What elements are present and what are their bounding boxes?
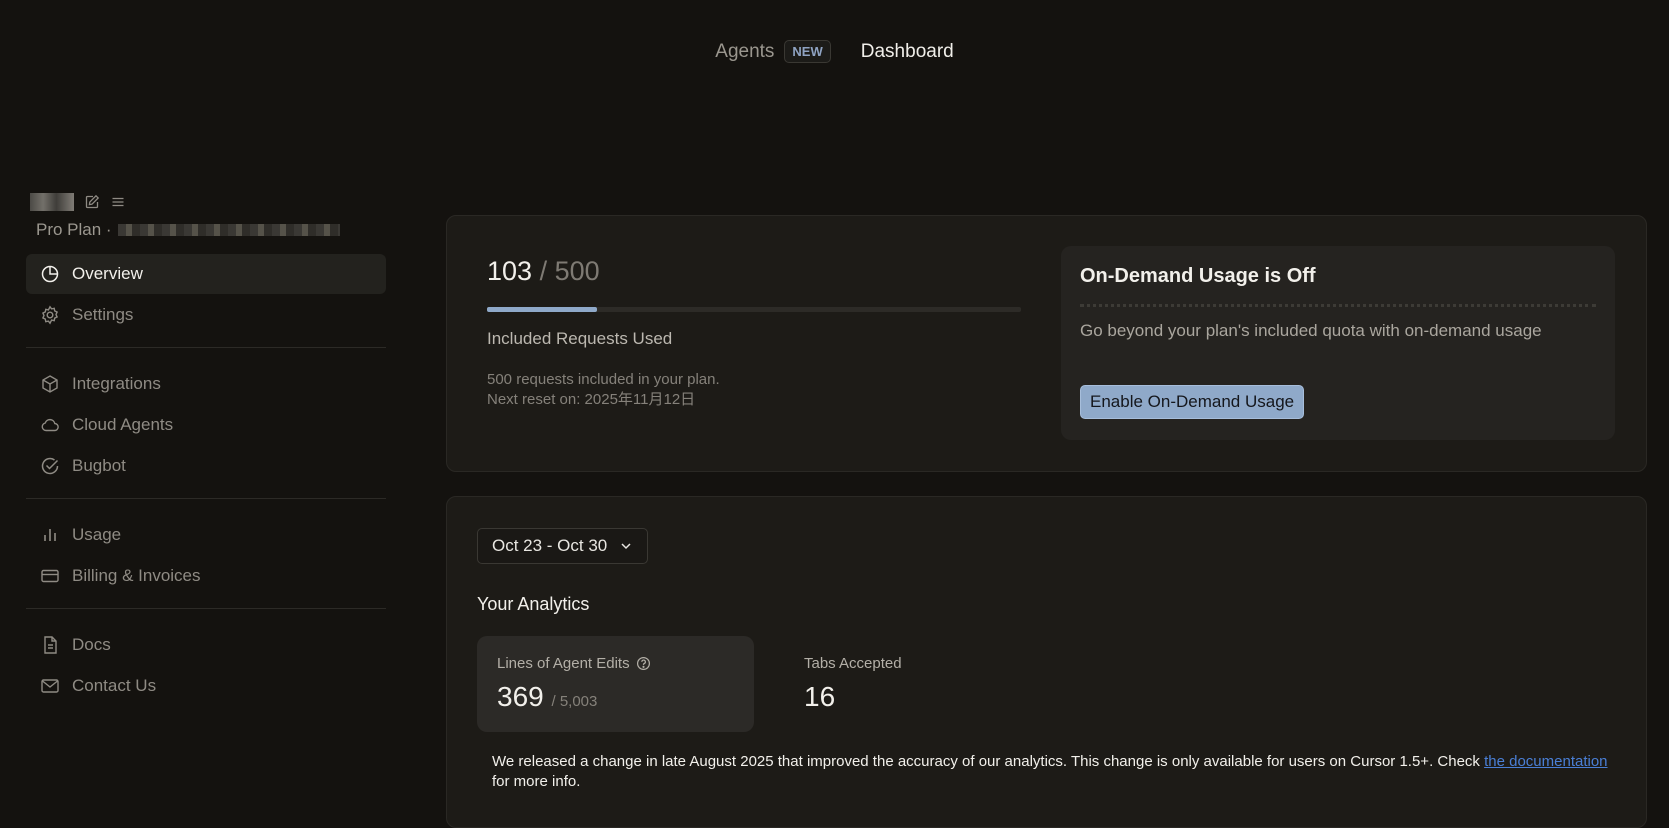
- usage-label: Included Requests Used: [487, 329, 673, 348]
- agent-edits-value: 369: [497, 681, 544, 712]
- new-badge: NEW: [784, 40, 831, 63]
- agent-edits-label: Lines of Agent Edits: [497, 655, 630, 672]
- usage-progress-fill: [487, 307, 597, 312]
- analytics-card: Oct 23 - Oct 30 Your Analytics Lines of …: [446, 496, 1647, 828]
- usage-note: 500 requests included in your plan. Next…: [487, 370, 720, 410]
- cube-icon: [42, 375, 58, 393]
- sidebar-item-contact[interactable]: Contact Us: [26, 666, 386, 706]
- dotted-divider: [1080, 304, 1596, 307]
- sidebar-item-cloud-agents[interactable]: Cloud Agents: [26, 405, 386, 445]
- tabs-accepted-value: 16: [804, 681, 836, 712]
- sidebar-item-bugbot[interactable]: Bugbot: [26, 446, 386, 486]
- gear-icon: [41, 305, 59, 325]
- usage-note-line1: 500 requests included in your plan.: [487, 371, 720, 388]
- sidebar-item-label: Contact Us: [72, 676, 157, 695]
- on-demand-description: Go beyond your plan's included quota wit…: [1080, 321, 1542, 340]
- check-circle-icon: [41, 457, 59, 475]
- user-row: [30, 190, 386, 214]
- sidebar-item-label: Settings: [72, 305, 134, 324]
- top-nav: Agents NEW Dashboard: [0, 40, 1669, 63]
- on-demand-title: On-Demand Usage is Off: [1080, 265, 1316, 287]
- help-circle-icon[interactable]: [636, 656, 651, 671]
- nav-dashboard-link[interactable]: Dashboard: [861, 41, 954, 63]
- pie-chart-icon: [41, 265, 59, 283]
- requests-total: / 500: [532, 256, 600, 286]
- divider: [26, 608, 386, 609]
- usage-note-reset: Next reset on: 2025年11月12日: [487, 391, 696, 408]
- usage-card: 103 / 500 Included Requests Used 500 req…: [446, 215, 1647, 472]
- sidebar-item-label: Billing & Invoices: [72, 566, 201, 585]
- enable-on-demand-button[interactable]: Enable On-Demand Usage: [1080, 385, 1305, 419]
- analytics-info-note: We released a change in late August 2025…: [492, 752, 1612, 792]
- agent-edits-stat: Lines of Agent Edits 369 / 5,003: [477, 636, 754, 732]
- sidebar-item-label: Usage: [72, 525, 122, 544]
- analytics-title: Your Analytics: [477, 594, 590, 614]
- tabs-accepted-label: Tabs Accepted: [804, 655, 902, 672]
- sidebar-nav: Overview Settings Integrations Cloud Age…: [26, 254, 386, 706]
- chevron-down-icon: [621, 543, 631, 550]
- document-icon: [44, 636, 57, 654]
- agent-edits-value-row: 369 / 5,003: [497, 681, 597, 713]
- sidebar-item-billing[interactable]: Billing & Invoices: [26, 556, 386, 596]
- documentation-link[interactable]: the documentation: [1484, 753, 1607, 770]
- divider: [26, 498, 386, 499]
- mail-icon: [41, 679, 59, 693]
- sidebar-item-usage[interactable]: Usage: [26, 515, 386, 555]
- date-range-dropdown[interactable]: Oct 23 - Oct 30: [477, 528, 649, 564]
- usage-progress-bar: [487, 307, 1021, 312]
- agent-edits-label-row: Lines of Agent Edits: [497, 655, 651, 672]
- cloud-icon: [41, 418, 59, 432]
- requests-used: 103: [487, 256, 533, 286]
- sidebar-item-label: Bugbot: [72, 456, 126, 475]
- menu-icon[interactable]: [110, 194, 126, 210]
- sidebar-item-label: Overview: [72, 264, 143, 283]
- username-redacted: [30, 193, 74, 211]
- nav-agents-link[interactable]: Agents: [715, 41, 774, 63]
- date-range-label: Oct 23 - Oct 30: [492, 536, 608, 555]
- email-redacted: [117, 224, 340, 236]
- sidebar-item-overview[interactable]: Overview: [26, 254, 386, 294]
- sidebar-item-settings[interactable]: Settings: [26, 295, 386, 335]
- bar-chart-icon: [44, 529, 56, 541]
- sidebar-item-label: Integrations: [72, 374, 161, 393]
- info-text: We released a change in late August 2025…: [492, 753, 1485, 770]
- sidebar-item-label: Cloud Agents: [72, 415, 174, 434]
- credit-card-icon: [41, 569, 59, 583]
- agent-edits-total: / 5,003: [551, 693, 598, 710]
- sidebar-item-integrations[interactable]: Integrations: [26, 364, 386, 404]
- requests-count: 103 / 500: [487, 256, 600, 287]
- edit-icon[interactable]: [84, 194, 100, 210]
- info-text-after: for more info.: [492, 773, 581, 790]
- sidebar-item-docs[interactable]: Docs: [26, 625, 386, 665]
- divider: [26, 347, 386, 348]
- plan-label: Pro Plan ·: [36, 220, 112, 239]
- sidebar: Pro Plan · Overview Settings Integration…: [26, 190, 386, 707]
- sidebar-item-label: Docs: [72, 635, 111, 654]
- on-demand-panel: On-Demand Usage is Off Go beyond your pl…: [1061, 246, 1615, 440]
- plan-row: Pro Plan ·: [36, 220, 386, 240]
- tabs-accepted-stat: Tabs Accepted 16: [784, 636, 984, 732]
